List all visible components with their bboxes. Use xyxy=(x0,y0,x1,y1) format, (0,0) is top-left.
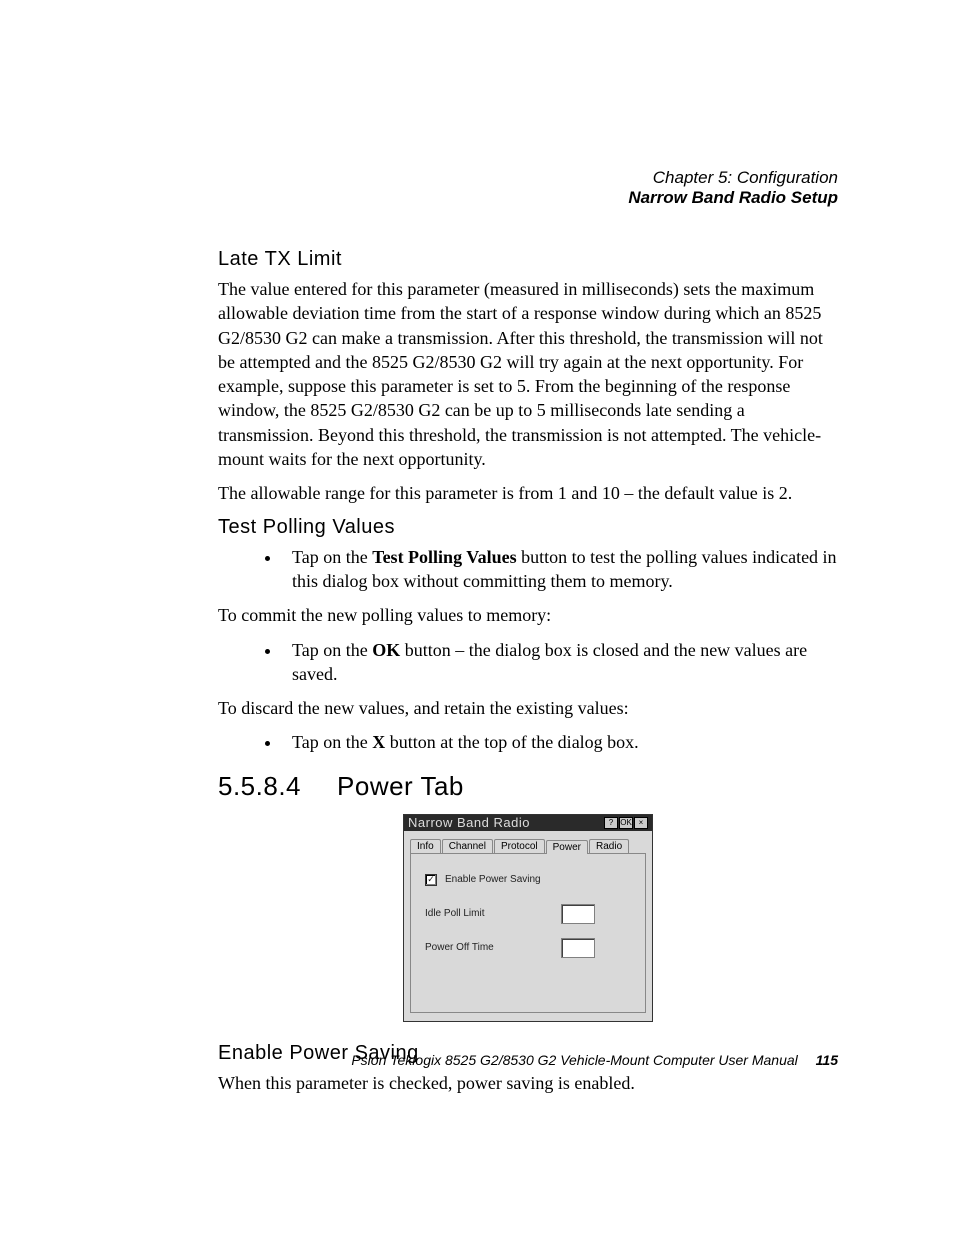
close-button[interactable]: × xyxy=(634,817,648,829)
dialog-title: Narrow Band Radio xyxy=(408,816,530,830)
enable-power-saving-checkbox[interactable]: ✓ xyxy=(425,874,437,886)
para-late-tx-1: The value entered for this parameter (me… xyxy=(218,277,838,471)
text-span: Tap on the xyxy=(292,732,372,752)
idle-poll-limit-label: Idle Poll Limit xyxy=(425,908,484,919)
text-span: button at the top of the dialog box. xyxy=(385,732,638,752)
power-off-time-input[interactable] xyxy=(561,938,595,958)
title-bar: Narrow Band Radio ? OK × xyxy=(404,815,652,831)
enable-power-saving-label: Enable Power Saving xyxy=(445,874,541,885)
tab-panel-power: ✓ Enable Power Saving Idle Poll Limit Po… xyxy=(410,853,646,1013)
ok-button[interactable]: OK xyxy=(619,817,633,829)
idle-poll-limit-row: Idle Poll Limit xyxy=(425,904,595,924)
bullet-list: Tap on the Test Polling Values button to… xyxy=(218,545,838,594)
para-late-tx-2: The allowable range for this parameter i… xyxy=(218,481,838,505)
section-label: Narrow Band Radio Setup xyxy=(218,188,838,208)
page-footer: Psion Teklogix 8525 G2/8530 G2 Vehicle-M… xyxy=(218,1052,838,1068)
list-item: Tap on the Test Polling Values button to… xyxy=(282,545,838,594)
bold-text: Test Polling Values xyxy=(372,547,516,567)
checkmark-icon: ✓ xyxy=(427,875,435,884)
text-span: Tap on the xyxy=(292,640,372,660)
tab-strip: Info Channel Protocol Power Radio xyxy=(404,831,652,853)
text-span: Tap on the xyxy=(292,547,372,567)
para-commit: To commit the new polling values to memo… xyxy=(218,603,838,627)
chapter-label: Chapter 5: Configuration xyxy=(218,168,838,188)
bold-text: OK xyxy=(372,640,400,660)
list-item: Tap on the X button at the top of the di… xyxy=(282,730,838,754)
page-header: Chapter 5: Configuration Narrow Band Rad… xyxy=(218,168,838,208)
page-number: 115 xyxy=(816,1052,838,1068)
footer-text: Psion Teklogix 8525 G2/8530 G2 Vehicle-M… xyxy=(351,1052,797,1068)
list-item: Tap on the OK button – the dialog box is… xyxy=(282,638,838,687)
bullet-list: Tap on the X button at the top of the di… xyxy=(218,730,838,754)
tab-radio[interactable]: Radio xyxy=(589,839,629,853)
tab-channel[interactable]: Channel xyxy=(442,839,493,853)
heading-late-tx: Late TX Limit xyxy=(218,248,838,271)
tab-info[interactable]: Info xyxy=(410,839,441,853)
power-off-time-label: Power Off Time xyxy=(425,942,494,953)
para-enable-ps: When this parameter is checked, power sa… xyxy=(218,1071,838,1095)
section-title: Power Tab xyxy=(337,771,464,802)
dialog-screenshot: Narrow Band Radio ? OK × Info Channel Pr… xyxy=(218,814,838,1022)
tab-protocol[interactable]: Protocol xyxy=(494,839,545,853)
title-bar-buttons: ? OK × xyxy=(603,817,648,829)
help-button[interactable]: ? xyxy=(604,817,618,829)
idle-poll-limit-input[interactable] xyxy=(561,904,595,924)
enable-power-saving-row: ✓ Enable Power Saving xyxy=(425,874,631,886)
power-off-time-row: Power Off Time xyxy=(425,938,595,958)
heading-test-polling: Test Polling Values xyxy=(218,516,838,539)
bullet-list: Tap on the OK button – the dialog box is… xyxy=(218,638,838,687)
bold-text: X xyxy=(372,732,385,752)
tab-power[interactable]: Power xyxy=(546,840,588,854)
narrow-band-radio-dialog: Narrow Band Radio ? OK × Info Channel Pr… xyxy=(403,814,653,1022)
para-discard: To discard the new values, and retain th… xyxy=(218,696,838,720)
section-number: 5.5.8.4 xyxy=(218,771,301,802)
heading-power-tab: 5.5.8.4 Power Tab xyxy=(218,771,838,802)
